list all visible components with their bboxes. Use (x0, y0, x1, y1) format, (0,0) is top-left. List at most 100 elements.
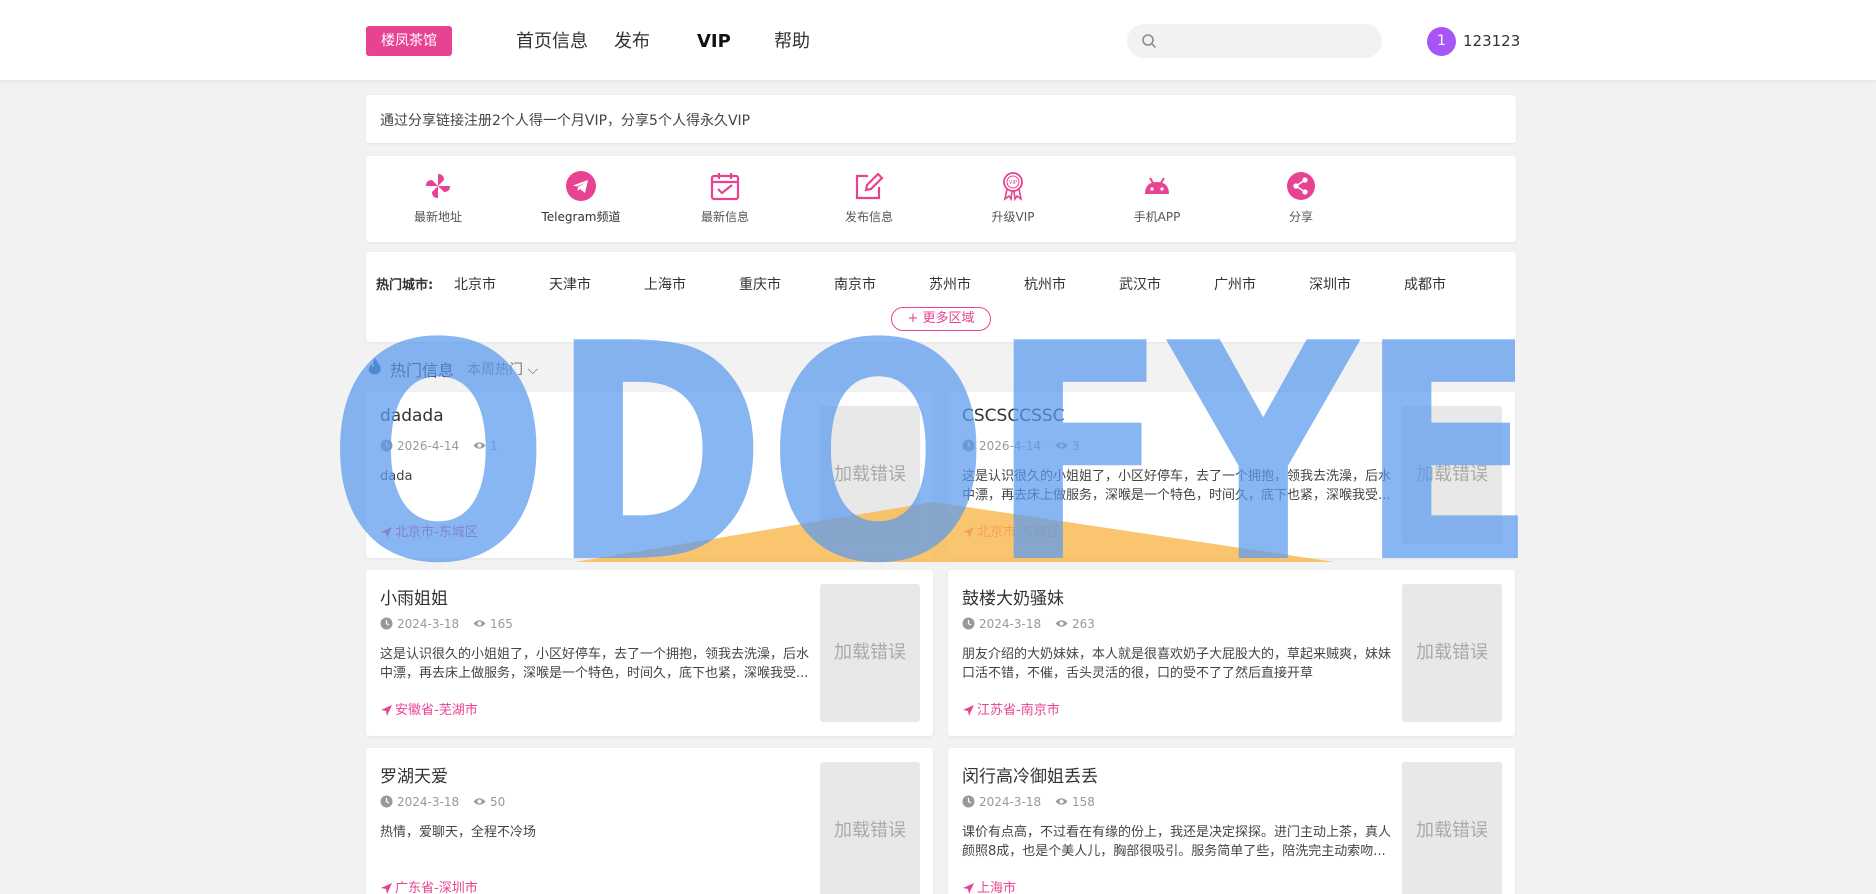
share-icon (1287, 172, 1315, 200)
listing-card[interactable]: CSCSCCSSC 2026-4-14 3 这是认识很久的小姐姐了，小区好停车，… (948, 392, 1515, 558)
listing-description: 这是认识很久的小姐姐了，小区好停车，去了一个拥抱，领我去洗澡，后水中漂，再去床上… (380, 647, 810, 681)
listing-description: 课价有点高，不过看在有缘的份上，我还是决定探探。进门主动上茶，真人颜照8成，也是… (962, 825, 1392, 859)
listing-image[interactable]: 加载错误 (820, 584, 920, 722)
listing-views: 158 (1072, 794, 1095, 809)
location-text: 北京市-东城区 (977, 525, 1060, 540)
listing-description: 朋友介绍的大奶妹妹，本人就是很喜欢奶子大屁股大的，草起来贼爽，妹妹口活不错，不催… (962, 647, 1392, 681)
listing-card[interactable]: 闵行高冷御姐丢丢 2024-3-18 158 课价有点高，不过看在有缘的份上，我… (948, 748, 1515, 894)
week-filter-dropdown[interactable]: 本周热门 ⌵ (467, 359, 538, 379)
city-link[interactable]: 杭州市 (1024, 274, 1066, 294)
site-logo-button[interactable]: 楼凤茶馆 (366, 26, 452, 56)
location-arrow-icon (381, 527, 392, 538)
listing-meta: 2024-3-18 158 (962, 794, 1095, 810)
listing-title[interactable]: 闵行高冷御姐丢丢 (962, 762, 1098, 787)
location-arrow-icon (963, 883, 974, 894)
listing-title[interactable]: 鼓楼大奶骚妹 (962, 584, 1064, 609)
quick-link-label: 手机APP (1133, 210, 1181, 224)
notice-text: 通过分享链接注册2个人得一个月VIP，分享5个人得永久VIP (380, 113, 751, 129)
telegram-icon (566, 171, 596, 201)
city-link[interactable]: 苏州市 (929, 274, 971, 294)
listing-description: 这是认识很久的小姐姐了，小区好停车，去了一个拥抱，领我去洗澡，后水中漂，再去床上… (962, 469, 1392, 503)
listing-meta: 2024-3-18 50 (380, 794, 505, 810)
listing-image[interactable]: 加载错误 (820, 406, 920, 544)
listing-views: 1 (490, 438, 498, 453)
listing-title[interactable]: dadada (380, 406, 444, 426)
pinwheel-icon (426, 174, 450, 198)
listing-image[interactable]: 加载错误 (1402, 762, 1502, 894)
listing-card[interactable]: 罗湖天爱 2024-3-18 50 热情，爱聊天，全程不冷场 广东省-深圳市 加… (366, 748, 933, 894)
eye-icon (473, 620, 486, 627)
city-link[interactable]: 武汉市 (1119, 274, 1161, 294)
listing-date: 2024-3-18 (979, 794, 1042, 809)
search-icon (1142, 34, 1157, 49)
listing-location[interactable]: 北京市-东城区 (380, 521, 478, 540)
location-arrow-icon (963, 705, 974, 716)
quick-link-share[interactable]: 分享 (1241, 170, 1361, 225)
filter-label: 本周热门 (467, 362, 523, 378)
top-header: 楼凤茶馆 首页信息 发布 VIP 帮助 1 123123 (0, 0, 1876, 81)
listing-card[interactable]: 小雨姐姐 2024-3-18 165 这是认识很久的小姐姐了，小区好停车，去了一… (366, 570, 933, 736)
listing-views: 263 (1072, 616, 1095, 631)
search-input[interactable] (1127, 24, 1382, 58)
listing-location[interactable]: 江苏省-南京市 (962, 699, 1060, 718)
android-icon (1145, 177, 1169, 194)
quick-link-label: 发布信息 (844, 210, 893, 224)
listing-card[interactable]: 鼓楼大奶骚妹 2024-3-18 263 朋友介绍的大奶妹妹，本人就是很喜欢奶子… (948, 570, 1515, 736)
chevron-down-icon: ⌵ (527, 362, 539, 378)
location-arrow-icon (963, 527, 974, 538)
listing-image[interactable]: 加载错误 (820, 762, 920, 894)
city-link[interactable]: 上海市 (644, 274, 686, 294)
quick-link-label: 分享 (1288, 210, 1313, 224)
hot-cities: 热门城市: 北京市 天津市 上海市 重庆市 南京市 苏州市 杭州市 武汉市 广州… (366, 252, 1516, 342)
quick-links: 最新地址 Telegram频道 最新信息 发布信息 VIP 升级VIP 手机AP… (366, 156, 1516, 242)
eye-icon (473, 442, 486, 449)
clock-icon (962, 439, 975, 452)
nav-help[interactable]: 帮助 (774, 29, 810, 55)
listing-meta: 2026-4-14 1 (380, 438, 498, 454)
quick-link-latest-address[interactable]: 最新地址 (378, 170, 498, 225)
avatar[interactable]: 1 (1427, 27, 1456, 56)
clock-icon (380, 795, 393, 808)
listing-date: 2024-3-18 (979, 616, 1042, 631)
quick-link-telegram[interactable]: Telegram频道 (521, 170, 641, 225)
quick-link-upgrade-vip[interactable]: VIP 升级VIP (953, 170, 1073, 225)
quick-link-label: 升级VIP (991, 210, 1035, 224)
listing-title[interactable]: 罗湖天爱 (380, 762, 448, 787)
listing-title[interactable]: CSCSCCSSC (962, 406, 1065, 426)
listing-location[interactable]: 北京市-东城区 (962, 521, 1060, 540)
calendar-icon (710, 173, 740, 201)
listing-views: 50 (490, 794, 506, 809)
more-regions-label: 更多区域 (922, 311, 975, 326)
listing-title[interactable]: 小雨姐姐 (380, 584, 448, 609)
city-link[interactable]: 天津市 (549, 274, 591, 294)
clock-icon (380, 617, 393, 630)
city-link[interactable]: 广州市 (1214, 274, 1256, 294)
quick-link-publish[interactable]: 发布信息 (809, 170, 929, 225)
edit-icon (855, 172, 884, 200)
listing-image[interactable]: 加载错误 (1402, 584, 1502, 722)
listing-card[interactable]: dadada 2026-4-14 1 dada 北京市-东城区 加载错误 (366, 392, 933, 558)
city-link[interactable]: 北京市 (454, 274, 496, 294)
fire-icon (368, 358, 381, 375)
username[interactable]: 123123 (1463, 32, 1520, 50)
eye-icon (1055, 620, 1068, 627)
clock-icon (962, 617, 975, 630)
nav-publish[interactable]: 发布 (614, 29, 650, 55)
nav-home[interactable]: 首页信息 (516, 29, 588, 55)
city-link[interactable]: 深圳市 (1309, 274, 1351, 294)
nav-vip[interactable]: VIP (697, 29, 731, 55)
listing-location[interactable]: 安徽省-芜湖市 (380, 699, 478, 718)
listing-location[interactable]: 广东省-深圳市 (380, 877, 478, 894)
quick-link-mobile-app[interactable]: 手机APP (1097, 170, 1217, 225)
listing-location[interactable]: 上海市 (962, 877, 1016, 894)
quick-link-latest-info[interactable]: 最新信息 (665, 170, 785, 225)
listing-meta: 2026-4-14 3 (962, 438, 1080, 454)
listing-description: 热情，爱聊天，全程不冷场 (380, 825, 537, 840)
more-regions-button[interactable]: + 更多区域 (891, 307, 991, 331)
city-link[interactable]: 南京市 (834, 274, 876, 294)
city-link[interactable]: 成都市 (1404, 274, 1446, 294)
listing-meta: 2024-3-18 263 (962, 616, 1095, 632)
listing-image[interactable]: 加载错误 (1402, 406, 1502, 544)
eye-icon (473, 798, 486, 805)
city-link[interactable]: 重庆市 (739, 274, 781, 294)
